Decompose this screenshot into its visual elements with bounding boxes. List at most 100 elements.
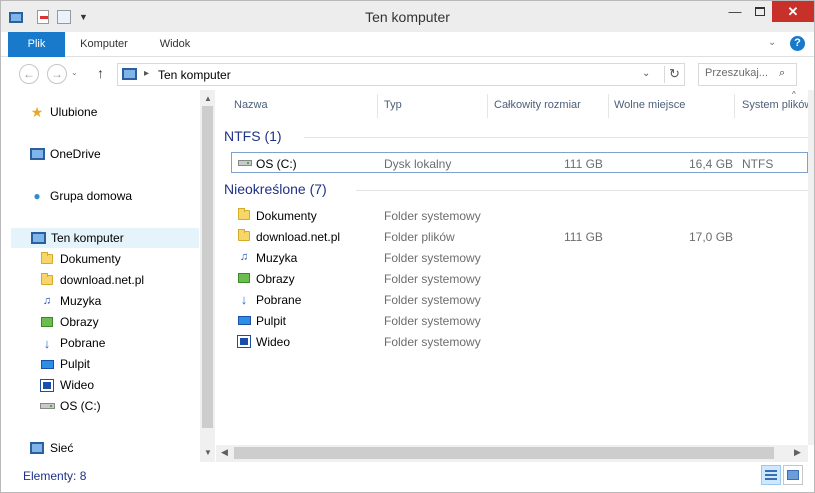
sidebar-item-label: Grupa domowa (50, 189, 133, 203)
large-icons-view-button[interactable] (783, 465, 803, 485)
back-button[interactable]: ← (19, 64, 39, 84)
file-list-vertical-scrollbar[interactable] (808, 90, 814, 445)
row-name: Dokumenty (256, 209, 317, 223)
table-row[interactable]: ♫ Muzyka Folder systemowy (231, 247, 808, 268)
sidebar-item-os-c[interactable]: OS (C:) (39, 396, 101, 416)
chevron-right-icon[interactable]: ▸ (144, 68, 149, 79)
minimize-button[interactable]: — (722, 1, 748, 22)
close-button[interactable]: ✕ (772, 1, 814, 22)
tab-view[interactable]: Widok (147, 32, 203, 57)
row-type: Folder systemowy (384, 335, 481, 349)
arrow-left-icon: ← (23, 67, 35, 81)
row-total-size: 111 GB (564, 230, 603, 244)
group-divider (356, 190, 808, 191)
expand-ribbon-icon[interactable]: ⌄ (768, 37, 776, 48)
scroll-left-icon[interactable]: ◀ (221, 447, 228, 458)
sidebar-item-label: Ten komputer (51, 231, 124, 245)
table-row[interactable]: Obrazy Folder systemowy (231, 268, 808, 289)
up-button[interactable]: ↑ (97, 65, 104, 81)
help-icon[interactable]: ? (790, 36, 805, 51)
table-row[interactable]: Pulpit Folder systemowy (231, 310, 808, 331)
sidebar-item-label: Ulubione (50, 105, 98, 119)
search-box[interactable]: ⌕ (698, 63, 797, 86)
sidebar-item-downloads[interactable]: ↓ Pobrane (39, 333, 106, 353)
group-header-unspecified[interactable]: Nieokreślone (7) (224, 181, 327, 197)
table-row[interactable]: OS (C:) Dysk lokalny 111 GB 16,4 GB NTFS (231, 152, 808, 173)
scrollbar-thumb[interactable] (234, 447, 774, 459)
row-free-space: 17,0 GB (689, 230, 734, 244)
column-separator[interactable] (734, 94, 735, 118)
folder-icon (39, 272, 55, 288)
sidebar-item-documents[interactable]: Dokumenty (39, 249, 121, 269)
table-row[interactable]: ↓ Pobrane Folder systemowy (231, 289, 808, 310)
sidebar-item-homegroup[interactable]: ● Grupa domowa (29, 186, 132, 206)
row-type: Folder systemowy (384, 272, 481, 286)
sort-indicator-icon: ^ (792, 90, 796, 99)
drive-icon (238, 156, 252, 170)
homegroup-icon: ● (33, 189, 41, 203)
item-count: Elementy: 8 (23, 469, 87, 483)
column-header-type[interactable]: Typ (384, 99, 402, 111)
search-input[interactable] (705, 67, 775, 79)
file-list: Nazwa Typ Całkowity rozmiar Wolne miejsc… (216, 90, 808, 445)
navigation-pane-scrollbar[interactable]: ▲ ▼ (200, 90, 215, 462)
row-name: Obrazy (256, 272, 295, 286)
explorer-window: ▼ Ten komputer — ✕ Plik Komputer Widok ⌄… (0, 0, 815, 493)
sidebar-item-label: Dokumenty (60, 252, 121, 266)
refresh-button[interactable]: ↻ (664, 66, 684, 83)
group-header-ntfs[interactable]: NTFS (1) (224, 128, 282, 144)
sidebar-item-pictures[interactable]: Obrazy (39, 312, 99, 332)
group-divider (304, 137, 808, 138)
sidebar-item-videos[interactable]: Wideo (39, 375, 94, 395)
column-separator[interactable] (487, 94, 488, 118)
column-header-name[interactable]: Nazwa (234, 99, 268, 111)
computer-icon (30, 230, 46, 246)
file-list-horizontal-scrollbar[interactable]: ◀ ▶ (216, 445, 808, 462)
row-name: download.net.pl (256, 230, 341, 244)
address-path[interactable]: Ten komputer (158, 68, 231, 82)
scrollbar-thumb[interactable] (202, 106, 213, 428)
computer-icon (122, 68, 137, 80)
sidebar-item-label: Pobrane (60, 336, 106, 350)
sidebar-item-favorites[interactable]: ★ Ulubione (29, 102, 98, 122)
sidebar-item-label: Pulpit (60, 357, 91, 371)
documents-folder-icon (39, 251, 55, 267)
downloads-folder-icon: ↓ (240, 291, 248, 307)
close-icon: ✕ (787, 3, 799, 19)
column-header-file-system[interactable]: System plików (742, 99, 808, 111)
sidebar-item-download-net-pl[interactable]: download.net.pl (39, 270, 144, 290)
table-row[interactable]: Dokumenty Folder systemowy (231, 205, 808, 226)
address-bar[interactable]: ▸ Ten komputer ⌄ ↻ (117, 63, 685, 86)
scroll-down-icon[interactable]: ▼ (204, 448, 212, 457)
column-separator[interactable] (377, 94, 378, 118)
downloads-folder-icon: ↓ (43, 335, 51, 351)
details-view-button[interactable] (761, 465, 781, 485)
sidebar-item-network[interactable]: Sieć (29, 438, 73, 458)
recent-locations-icon[interactable]: ⌄ (71, 68, 78, 77)
refresh-icon: ↻ (669, 66, 680, 81)
music-folder-icon: ♫ (239, 251, 249, 263)
network-icon (29, 440, 45, 456)
scroll-right-icon[interactable]: ▶ (794, 447, 801, 458)
music-folder-icon: ♫ (42, 295, 52, 307)
sidebar-item-desktop[interactable]: Pulpit (39, 354, 90, 374)
maximize-button[interactable] (748, 1, 772, 22)
column-header-free-space[interactable]: Wolne miejsce (614, 99, 685, 111)
tab-file[interactable]: Plik (8, 32, 65, 57)
documents-folder-icon (237, 208, 251, 222)
search-icon[interactable]: ⌕ (779, 67, 785, 80)
table-row[interactable]: Wideo Folder systemowy (231, 331, 808, 352)
sidebar-item-onedrive[interactable]: OneDrive (29, 144, 101, 164)
scroll-up-icon[interactable]: ▲ (204, 94, 212, 103)
column-header-total-size[interactable]: Całkowity rozmiar (494, 99, 581, 111)
column-separator[interactable] (608, 94, 609, 118)
sidebar-item-this-pc[interactable]: Ten komputer (11, 228, 199, 248)
sidebar-item-music[interactable]: ♫ Muzyka (39, 291, 101, 311)
address-dropdown-icon[interactable]: ⌄ (642, 68, 650, 79)
row-type: Folder systemowy (384, 209, 481, 223)
table-row[interactable]: download.net.pl Folder plików 111 GB 17,… (231, 226, 808, 247)
sidebar-item-label: OneDrive (50, 147, 101, 161)
row-name: Pulpit (256, 314, 287, 328)
tab-computer[interactable]: Komputer (71, 32, 137, 57)
forward-button[interactable]: → (47, 64, 67, 84)
